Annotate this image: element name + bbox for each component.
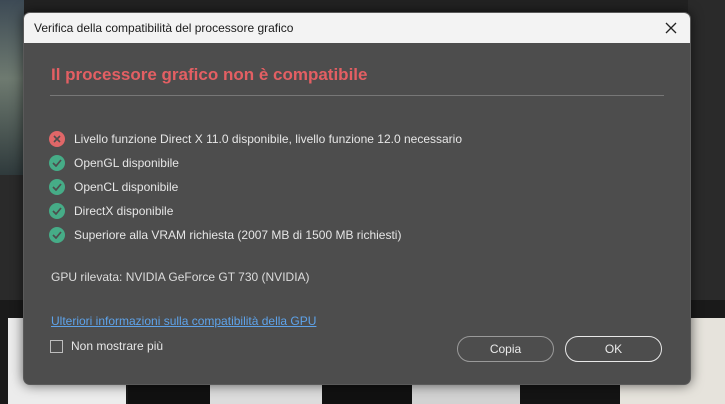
check-label: OpenCL disponibile — [74, 180, 179, 194]
dont-show-again-option[interactable]: Non mostrare più — [50, 339, 163, 353]
gpu-compatibility-dialog: Verifica della compatibilità del process… — [23, 12, 691, 385]
copy-button[interactable]: Copia — [457, 336, 554, 362]
background-panel-left — [0, 175, 24, 315]
dialog-title: Verifica della compatibilità del process… — [34, 21, 294, 35]
checkmark-icon — [49, 179, 65, 195]
check-label: Livello funzione Direct X 11.0 disponibi… — [74, 132, 463, 146]
check-label: OpenGL disponibile — [74, 156, 179, 170]
background-photo-left — [0, 0, 24, 175]
checkmark-icon — [49, 203, 65, 219]
close-icon — [665, 22, 677, 34]
checkmark-icon — [49, 155, 65, 171]
background-panel-right — [688, 0, 725, 300]
error-icon — [49, 131, 65, 147]
ok-button[interactable]: OK — [565, 336, 662, 362]
check-item-directx: DirectX disponibile — [49, 199, 462, 223]
heading-divider — [50, 95, 664, 96]
gpu-detected-text: GPU rilevata: NVIDIA GeForce GT 730 (NVI… — [51, 270, 310, 284]
check-item-opengl: OpenGL disponibile — [49, 151, 462, 175]
dialog-heading: Il processore grafico non è compatibile — [51, 65, 368, 84]
check-list: Livello funzione Direct X 11.0 disponibi… — [49, 127, 462, 247]
check-item-opencl: OpenCL disponibile — [49, 175, 462, 199]
gpu-compatibility-info-link[interactable]: Ulteriori informazioni sulla compatibili… — [51, 314, 316, 328]
check-item-vram: Superiore alla VRAM richiesta (2007 MB d… — [49, 223, 462, 247]
background-app-top — [0, 0, 725, 12]
dont-show-again-checkbox[interactable] — [50, 339, 63, 353]
dialog-titlebar[interactable]: Verifica della compatibilità del process… — [24, 13, 690, 43]
check-item-directx-feature-level: Livello funzione Direct X 11.0 disponibi… — [49, 127, 462, 151]
checkmark-icon — [49, 227, 65, 243]
close-button[interactable] — [658, 16, 684, 40]
check-label: DirectX disponibile — [74, 204, 174, 218]
dont-show-again-label[interactable]: Non mostrare più — [71, 339, 163, 353]
check-label: Superiore alla VRAM richiesta (2007 MB d… — [74, 228, 402, 242]
